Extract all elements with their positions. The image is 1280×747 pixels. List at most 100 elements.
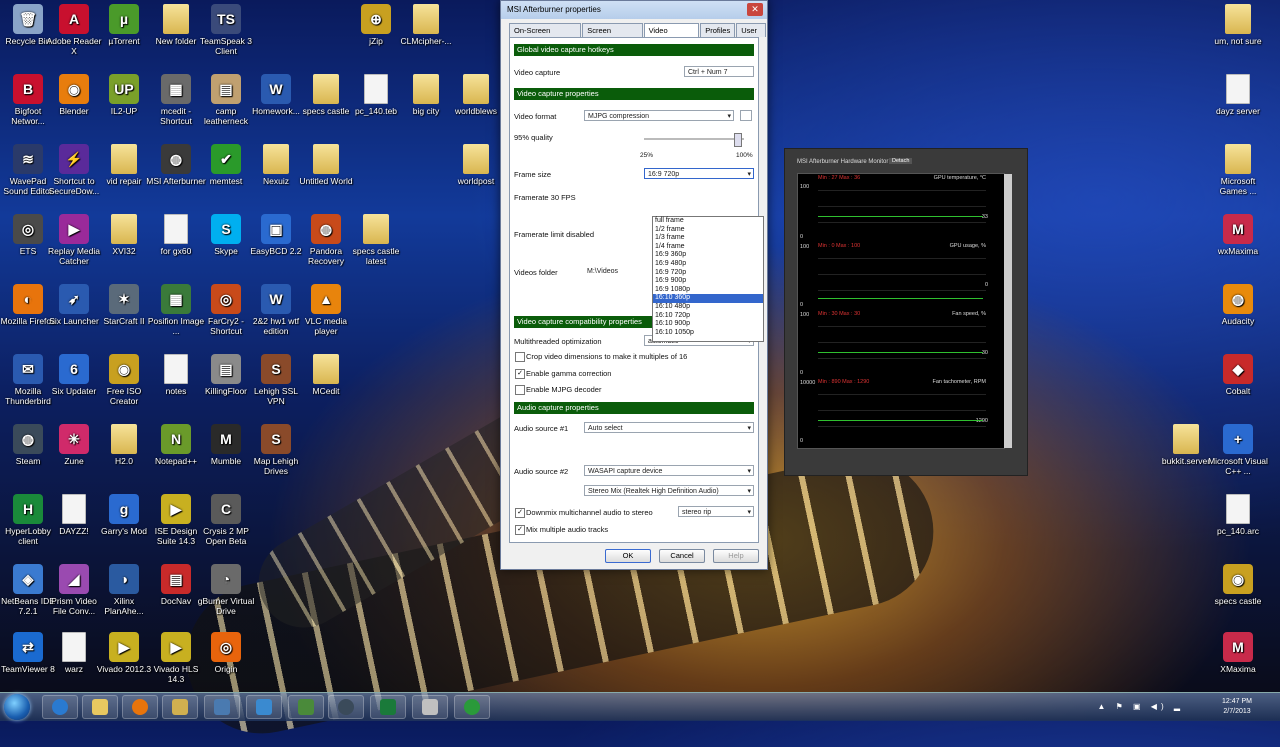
taskbar-firefox-icon[interactable] <box>122 695 158 719</box>
desktop-icon-crysis-2-mp-open-beta[interactable]: C Crysis 2 MP Open Beta <box>196 494 256 546</box>
frame-size-option[interactable]: 16:9 480p <box>653 260 763 269</box>
desktop-icon-xmaxima[interactable]: M XMaxima <box>1208 632 1268 674</box>
taskbar-network-icon[interactable] <box>246 695 282 719</box>
desktop-icon-untitled-world[interactable]: Untitled World <box>296 144 356 186</box>
frame-size-option[interactable]: 16:9 360p <box>653 251 763 260</box>
desktop-icon-cobalt[interactable]: ◆ Cobalt <box>1208 354 1268 396</box>
desktop-icon-specs-castle[interactable]: ◉ specs castle <box>1208 564 1268 606</box>
taskbar-msi-icon[interactable] <box>454 695 490 719</box>
taskbar-explorer-icon[interactable] <box>82 695 118 719</box>
app-icon: ⊕ <box>361 4 391 34</box>
desktop-icon-wxmaxima[interactable]: MwxMaxima <box>1208 214 1268 256</box>
graph-gridline <box>818 358 986 359</box>
desktop-icon-free-iso-creator[interactable]: ◉ Free ISO Creator <box>94 354 154 406</box>
desktop-icon-torrent[interactable]: µ µTorrent <box>94 4 154 46</box>
taskbar-ie-icon[interactable] <box>42 695 78 719</box>
desktop-icon-map-lehigh-drives[interactable]: S Map Lehigh Drives <box>246 424 306 476</box>
system-tray-icons[interactable]: ▲ ⚑ ▣ ◀) ▂ <box>1097 702 1184 711</box>
msi-properties-dialog: MSI Afterburner properties ✕ On-Screen D… <box>500 0 768 570</box>
desktop-icon-dayz-server[interactable]: dayz server <box>1208 74 1268 116</box>
desktop-icon-microsoft-games[interactable]: Microsoft Games ... <box>1208 144 1268 196</box>
tab-screen-capture[interactable]: Screen capture <box>582 23 643 48</box>
mix-checkbox[interactable]: ✓ <box>515 525 525 535</box>
taskbar-folder-icon[interactable] <box>162 695 198 719</box>
desktop-icon-xvi32[interactable]: XVI32 <box>94 214 154 256</box>
desktop-icon-label: Crysis 2 MP Open Beta <box>203 526 249 546</box>
desktop-icon-vlc-media-player[interactable]: ▲ VLC media player <box>296 284 356 336</box>
desktop-icon-label: Vivado 2012.3 <box>96 664 152 674</box>
frame-size-option[interactable]: 1/2 frame <box>653 226 763 235</box>
frame-size-option[interactable]: 16:10 480p <box>653 303 763 312</box>
frame-size-option[interactable]: 16:10 900p <box>653 320 763 329</box>
desktop-icon-audacity[interactable]: ◍ Audacity <box>1208 284 1268 326</box>
audio2-device-select[interactable]: Stereo Mix (Realtek High Definition Audi… <box>584 485 754 497</box>
audio1-select[interactable]: Auto select <box>584 422 754 434</box>
audio2-select[interactable]: WASAPI capture device <box>584 465 754 477</box>
desktop-icon-worldblews[interactable]: worldblews <box>446 74 506 116</box>
quality-slider-thumb[interactable] <box>734 133 742 147</box>
taskbar-app-icon[interactable] <box>412 695 448 719</box>
crop-checkbox[interactable] <box>515 352 525 362</box>
help-button[interactable]: Help <box>713 549 759 563</box>
monitor-scrollbar[interactable] <box>1004 174 1012 448</box>
frame-size-dropdown-list[interactable]: full frame 1/2 frame 1/3 frame 1/4 frame 16:… <box>652 216 764 342</box>
downmix-checkbox[interactable]: ✓ <box>515 508 525 518</box>
desktop-icon-garry-s-mod[interactable]: g Garry's Mod <box>94 494 154 536</box>
desktop-icon-microsoft-visual-c[interactable]: + Microsoft Visual C++ ... <box>1208 424 1268 476</box>
desktop-icon-bukkit-server[interactable]: bukkit.server <box>1156 424 1216 466</box>
desktop-icon-h2-0[interactable]: H2.0 <box>94 424 154 466</box>
frame-size-option[interactable]: 16:10 720p <box>653 312 763 321</box>
desktop-icon-um-not-sure[interactable]: um, not sure <box>1208 4 1268 46</box>
video-format-settings-button[interactable] <box>740 110 752 121</box>
desktop-icon-il2-up[interactable]: UP IL2-UP <box>94 74 154 116</box>
frame-size-select[interactable]: 16:9 720p <box>644 168 754 180</box>
desktop-icon-origin[interactable]: ◎ Origin <box>196 632 256 674</box>
desktop-icon-gburner-virtual-drive[interactable]: ◔ gBurner Virtual Drive <box>196 564 256 616</box>
frame-size-option[interactable]: 16:10 1050p <box>653 329 763 338</box>
taskbar-virtualbox-icon[interactable] <box>204 695 240 719</box>
frame-size-option[interactable]: 16:10 360p <box>653 294 763 303</box>
frame-size-option[interactable]: 16:9 900p <box>653 277 763 286</box>
desktop-icon-clmcipher[interactable]: CLMcipher-... <box>396 4 456 46</box>
downmix-select[interactable]: stereo rip <box>678 506 754 518</box>
app-icon: ≋ <box>13 144 43 174</box>
videos-folder-input[interactable]: M:\Videos <box>584 266 648 277</box>
desktop-icon-pc-140-arc[interactable]: pc_140.arc <box>1208 494 1268 536</box>
close-icon[interactable]: ✕ <box>747 3 763 16</box>
tab-profiles[interactable]: Profiles <box>700 23 736 37</box>
quality-slider-track[interactable] <box>644 138 744 140</box>
app-icon: M <box>1223 632 1253 662</box>
graph-current-value: 0 <box>984 282 988 288</box>
tab-video-capture[interactable]: Video capture <box>643 23 700 48</box>
taskbar-excel-icon[interactable] <box>370 695 406 719</box>
frame-size-option[interactable]: 16:9 720p <box>653 269 763 278</box>
desktop-icon-vivado-2012-3[interactable]: ▶ Vivado 2012.3 <box>94 632 154 674</box>
detach-button[interactable]: Detach <box>889 158 913 164</box>
taskbar-steam-icon[interactable] <box>328 695 364 719</box>
cancel-button[interactable]: Cancel <box>659 549 705 563</box>
mjpg-checkbox[interactable] <box>515 385 525 395</box>
desktop-icon-mcedit[interactable]: MCedit <box>296 354 356 396</box>
desktop-icon-starcraft-ii[interactable]: ✶ StarCraft II <box>94 284 154 326</box>
video-capture-hotkey-input[interactable]: Ctrl + Num 7 <box>684 66 754 77</box>
desktop-icon-specs-castle-latest[interactable]: specs castle latest <box>346 214 406 266</box>
gamma-checkbox[interactable]: ✓ <box>515 369 525 379</box>
desktop-icon-xilinx-planahe[interactable]: ◑ Xilinx PlanAhe... <box>94 564 154 616</box>
tab-on-screen-display[interactable]: On-Screen Display <box>509 23 582 48</box>
app-icon: ◔ <box>211 564 241 594</box>
frame-size-option[interactable]: full frame <box>653 217 763 226</box>
app-icon: ▦ <box>161 74 191 104</box>
dialog-title-bar[interactable]: MSI Afterburner properties ✕ <box>501 1 767 19</box>
desktop-icon-vid-repair[interactable]: vid repair <box>94 144 154 186</box>
video-format-select[interactable]: MJPG compression <box>584 110 734 122</box>
desktop-icon-worldpost[interactable]: worldpost <box>446 144 506 186</box>
start-button[interactable] <box>4 694 30 720</box>
frame-size-option[interactable]: 1/4 frame <box>653 243 763 252</box>
ok-button[interactable]: OK <box>605 549 651 563</box>
frame-size-option[interactable]: 16:9 1080p <box>653 286 763 295</box>
frame-size-option[interactable]: 1/3 frame <box>653 234 763 243</box>
tab-user-i[interactable]: User I <box>736 23 767 48</box>
desktop-icon-teamspeak-3-client[interactable]: TS TeamSpeak 3 Client <box>196 4 256 56</box>
taskbar-clock[interactable]: 12:47 PM 2/7/2013 <box>1222 697 1252 717</box>
taskbar-minecraft-icon[interactable] <box>288 695 324 719</box>
